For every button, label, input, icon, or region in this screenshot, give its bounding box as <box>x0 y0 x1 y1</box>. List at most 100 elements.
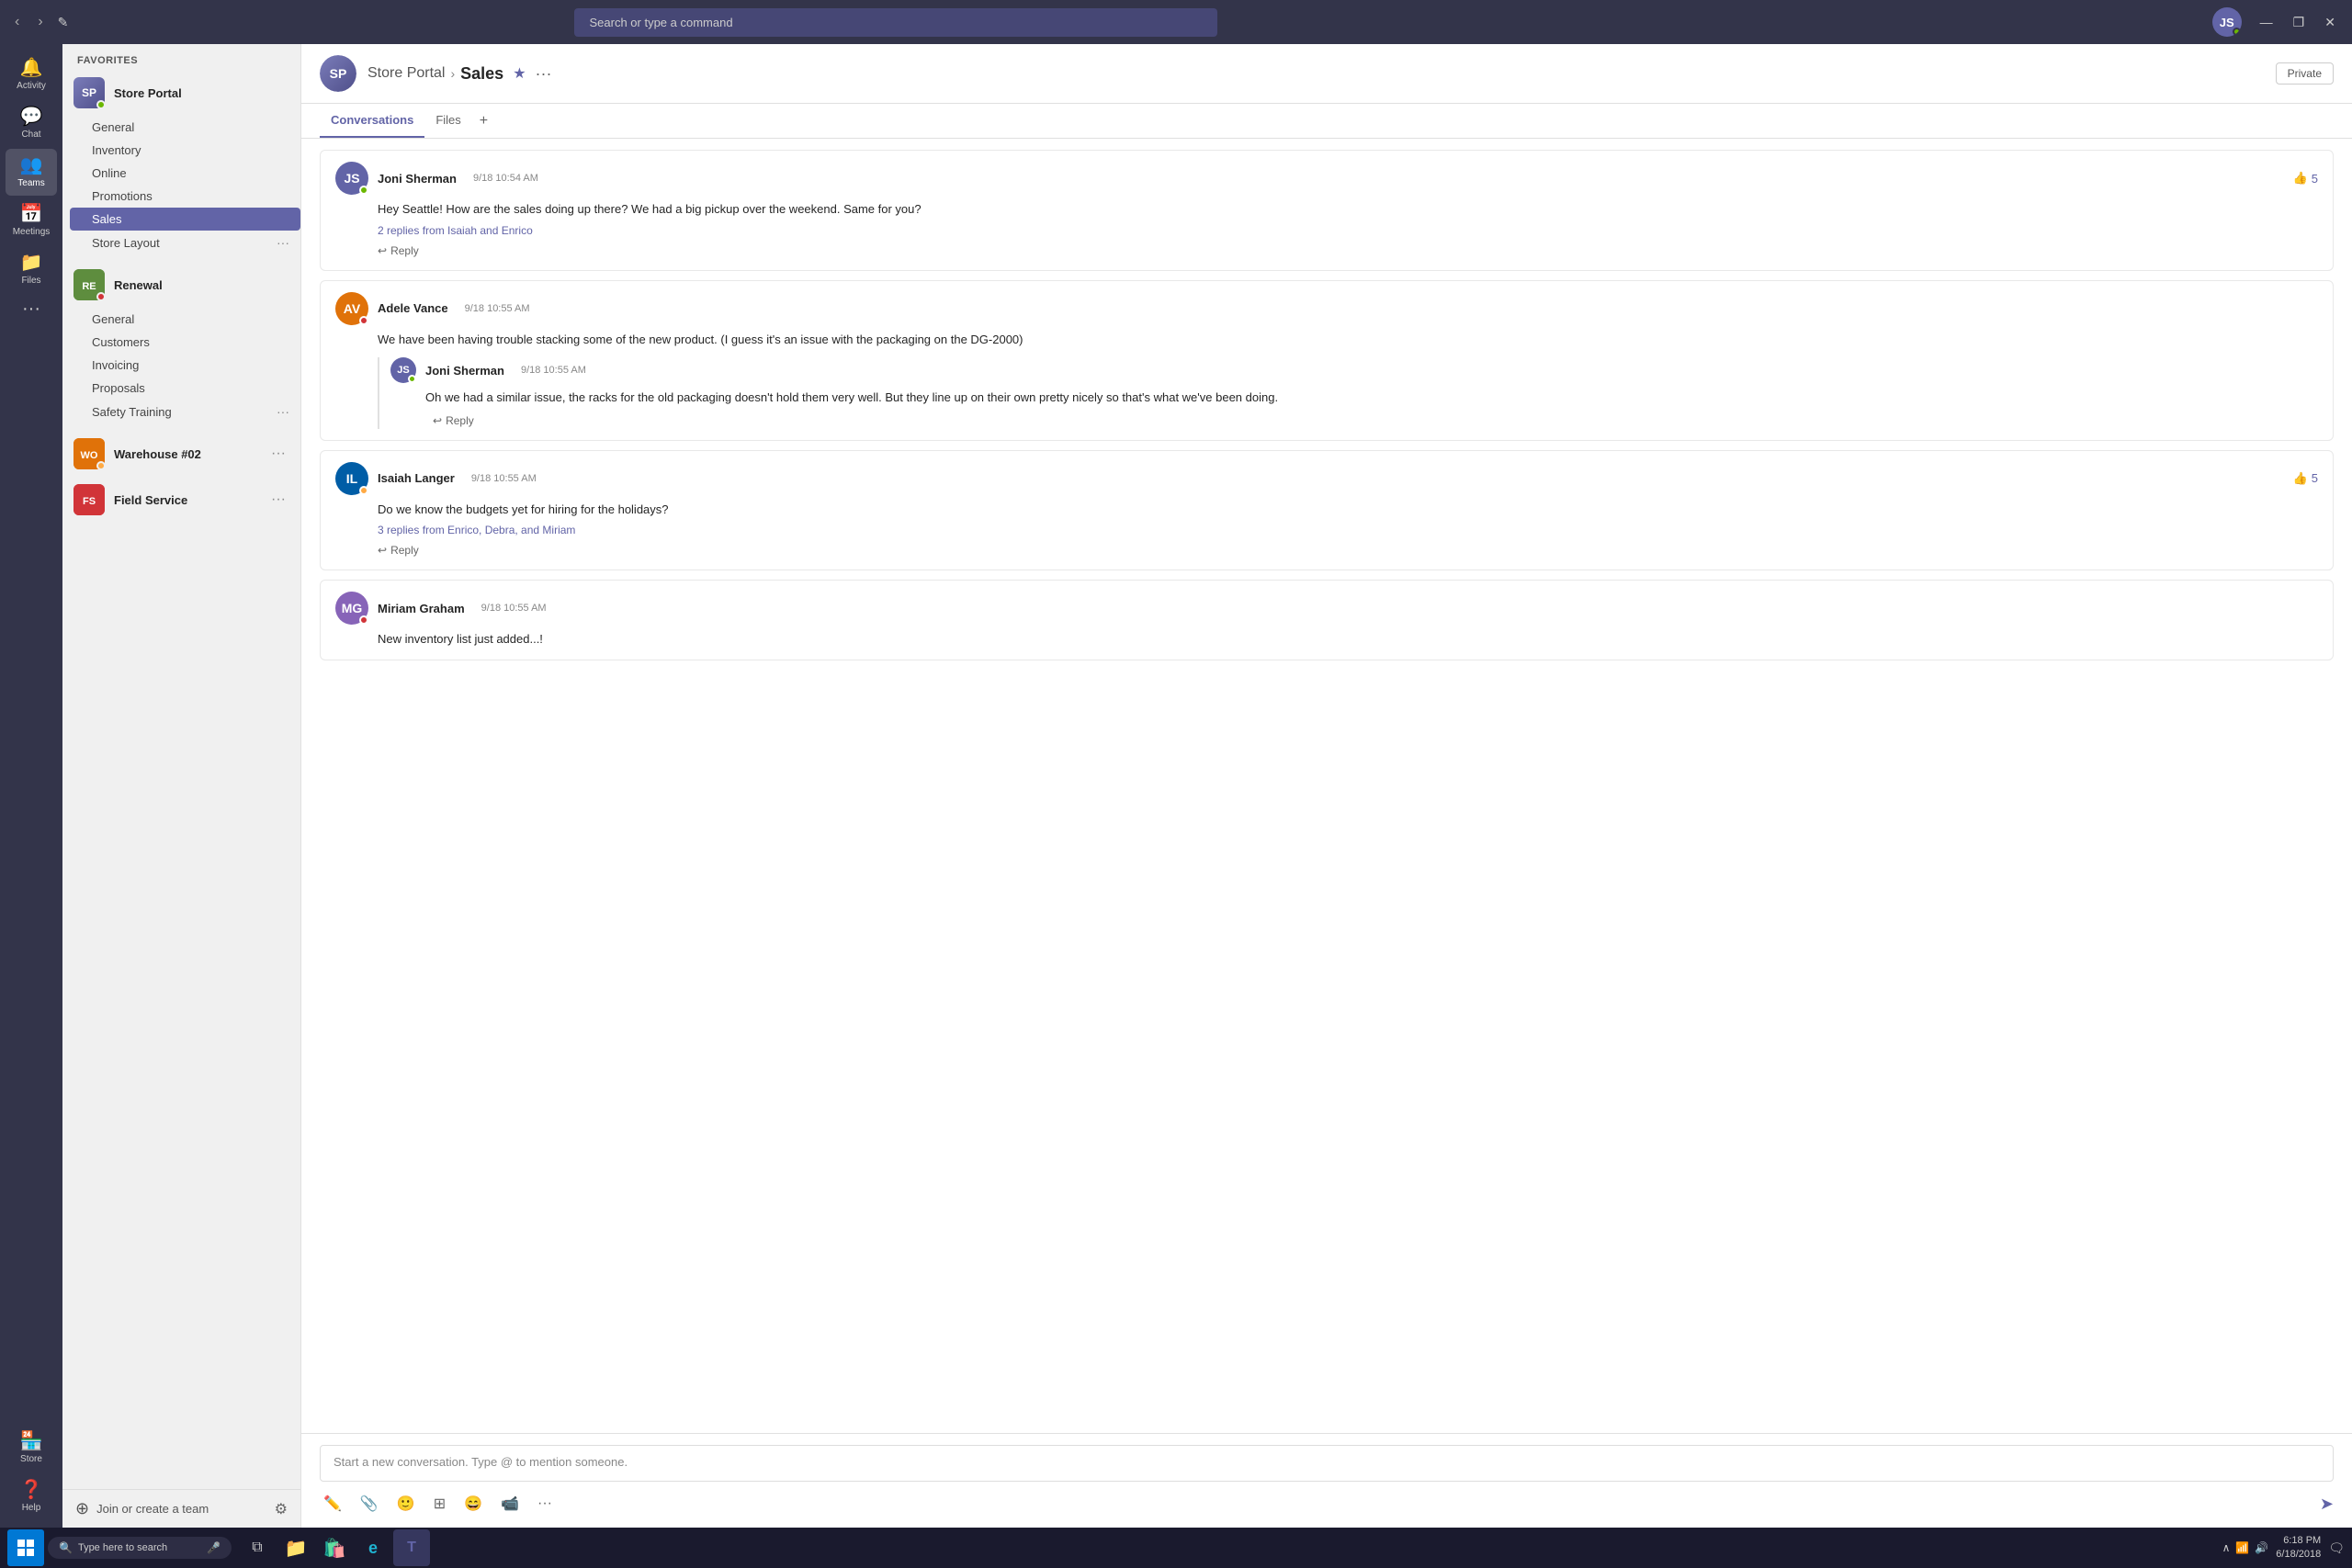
mic-icon[interactable]: 🎤 <box>207 1541 220 1554</box>
message-time: 9/18 10:55 AM <box>465 303 530 314</box>
sidebar-item-meetings[interactable]: 📅 Meetings <box>6 197 57 244</box>
breadcrumb-team: Store Portal <box>368 65 445 82</box>
message-likes[interactable]: 👍 5 <box>2293 471 2318 486</box>
team-field-service[interactable]: FS Field Service ··· <box>62 477 300 523</box>
channel-inventory[interactable]: Inventory <box>70 139 300 162</box>
compose-input[interactable]: Start a new conversation. Type @ to ment… <box>320 1445 2334 1482</box>
store-layout-more-icon[interactable]: ··· <box>277 235 289 250</box>
emoji-tool[interactable]: 🙂 <box>393 1491 419 1517</box>
close-button[interactable]: ✕ <box>2317 11 2343 34</box>
channel-renewal-general[interactable]: General <box>70 308 300 331</box>
svg-text:WO: WO <box>81 450 98 461</box>
channel-invoicing[interactable]: Invoicing <box>70 354 300 377</box>
safety-training-more-icon[interactable]: ··· <box>277 404 289 419</box>
help-label: Help <box>22 1503 41 1513</box>
chat-label: Chat <box>21 130 40 140</box>
channel-customers[interactable]: Customers <box>70 331 300 354</box>
sidebar-item-help[interactable]: ❓ Help <box>6 1473 57 1520</box>
tab-conversations[interactable]: Conversations <box>320 104 424 138</box>
nested-reply: JS Joni Sherman 9/18 10:55 AM Oh we had … <box>378 357 2318 429</box>
team-renewal-name: Renewal <box>114 278 289 292</box>
attach-tool[interactable]: 📎 <box>356 1491 382 1517</box>
clock-time: 6:18 PM <box>2276 1534 2321 1548</box>
taskbar-search[interactable]: 🔍 Type here to search 🎤 <box>48 1537 232 1559</box>
store-app-icon: 🛍️ <box>323 1537 346 1560</box>
video-tool[interactable]: 📹 <box>497 1491 523 1517</box>
minimize-button[interactable]: — <box>2253 11 2280 34</box>
join-create-team[interactable]: ⊕ Join or create a team ⚙ <box>62 1489 300 1528</box>
avatar: MG <box>335 592 368 625</box>
user-status-dot <box>2233 28 2241 36</box>
svg-text:FS: FS <box>83 496 96 507</box>
more-tools[interactable]: ··· <box>534 1492 556 1516</box>
sidebar-item-activity[interactable]: 🔔 Activity <box>6 51 57 98</box>
message-author: Miriam Graham <box>378 602 465 615</box>
sidebar-item-store[interactable]: 🏪 Store <box>6 1425 57 1472</box>
star-icon[interactable]: ★ <box>513 64 526 83</box>
edge-app[interactable]: e <box>355 1529 391 1566</box>
user-avatar[interactable]: JS <box>2212 7 2242 37</box>
reply-author: Joni Sherman <box>425 364 504 378</box>
message-header: MG Miriam Graham 9/18 10:55 AM <box>335 592 2318 625</box>
reply-label: Reply <box>390 544 419 557</box>
field-service-more-icon[interactable]: ··· <box>267 490 289 510</box>
message-likes[interactable]: 👍 5 <box>2293 171 2318 186</box>
edge-icon: e <box>368 1539 378 1558</box>
reply-button[interactable]: ↩ Reply <box>378 542 2318 558</box>
tab-files[interactable]: Files <box>424 104 471 138</box>
more-apps-button[interactable]: ··· <box>6 295 57 323</box>
maximize-button[interactable]: ❐ <box>2286 11 2312 34</box>
search-input[interactable] <box>574 8 1217 37</box>
sidebar-item-files[interactable]: 📁 Files <box>6 246 57 293</box>
like-count: 5 <box>2312 471 2318 485</box>
warehouse-more-icon[interactable]: ··· <box>267 444 289 464</box>
reply-label: Reply <box>390 244 419 257</box>
message-header: JS Joni Sherman 9/18 10:54 AM 👍 5 <box>335 162 2318 195</box>
channel-more-icon[interactable]: ··· <box>536 64 552 84</box>
reply-button[interactable]: ↩ Reply <box>378 243 2318 259</box>
left-rail: 🔔 Activity 💬 Chat 👥 Teams 📅 Meetings 📁 F… <box>0 44 62 1528</box>
channel-promotions[interactable]: Promotions <box>70 185 300 208</box>
team-renewal[interactable]: RE Renewal <box>62 262 300 308</box>
team-store-portal[interactable]: SP Store Portal <box>62 70 300 116</box>
compose-icon[interactable]: ✎ <box>58 15 69 30</box>
channel-sales[interactable]: Sales <box>70 208 300 231</box>
teams-app[interactable]: T <box>393 1529 430 1566</box>
taskbar-clock[interactable]: 6:18 PM 6/18/2018 <box>2276 1534 2321 1562</box>
start-button[interactable] <box>7 1529 44 1566</box>
channel-online[interactable]: Online <box>70 162 300 185</box>
channel-safety-training[interactable]: Safety Training ··· <box>70 400 300 423</box>
nested-reply-button[interactable]: ↩ Reply <box>433 412 2318 429</box>
meetings-label: Meetings <box>13 227 51 237</box>
volume-icon[interactable]: 🔊 <box>2255 1541 2268 1554</box>
taskbar-search-label: Type here to search <box>78 1542 167 1553</box>
back-button[interactable]: ‹ <box>9 10 25 34</box>
send-button[interactable]: ➤ <box>2320 1495 2334 1514</box>
replies-link[interactable]: 2 replies from Isaiah and Enrico <box>378 224 2318 237</box>
message-thread: AV Adele Vance 9/18 10:55 AM We have bee… <box>320 280 2334 441</box>
join-label: Join or create a team <box>96 1502 209 1516</box>
giphy-tool[interactable]: ⊞ <box>430 1491 449 1517</box>
chevron-up-icon[interactable]: ∧ <box>2222 1541 2231 1554</box>
network-icon[interactable]: 📶 <box>2235 1541 2249 1554</box>
channel-general[interactable]: General <box>70 116 300 139</box>
store-app[interactable]: 🛍️ <box>316 1529 353 1566</box>
compose-toolbar: ✏️ 📎 🙂 ⊞ 😄 📹 ··· ➤ <box>320 1491 2334 1517</box>
channel-store-layout[interactable]: Store Layout ··· <box>70 231 300 254</box>
notification-icon[interactable]: 🗨 <box>2328 1540 2345 1556</box>
replies-link[interactable]: 3 replies from Enrico, Debra, and Miriam <box>378 524 2318 536</box>
team-warehouse[interactable]: WO Warehouse #02 ··· <box>62 431 300 477</box>
format-tool[interactable]: ✏️ <box>320 1491 345 1517</box>
taskview-app[interactable]: ⧉ <box>239 1529 276 1566</box>
channel-proposals[interactable]: Proposals <box>70 377 300 400</box>
taskview-icon: ⧉ <box>252 1540 262 1556</box>
reply-arrow-icon: ↩ <box>378 544 387 557</box>
tab-add-button[interactable]: + <box>472 106 495 137</box>
settings-icon[interactable]: ⚙ <box>275 1500 288 1518</box>
sidebar-item-teams[interactable]: 👥 Teams <box>6 149 57 196</box>
sticker-tool[interactable]: 😄 <box>460 1491 486 1517</box>
messages-area: JS Joni Sherman 9/18 10:54 AM 👍 5 Hey Se… <box>301 139 2352 1433</box>
sidebar-item-chat[interactable]: 💬 Chat <box>6 100 57 147</box>
explorer-app[interactable]: 📁 <box>277 1529 314 1566</box>
forward-button[interactable]: › <box>32 10 48 34</box>
